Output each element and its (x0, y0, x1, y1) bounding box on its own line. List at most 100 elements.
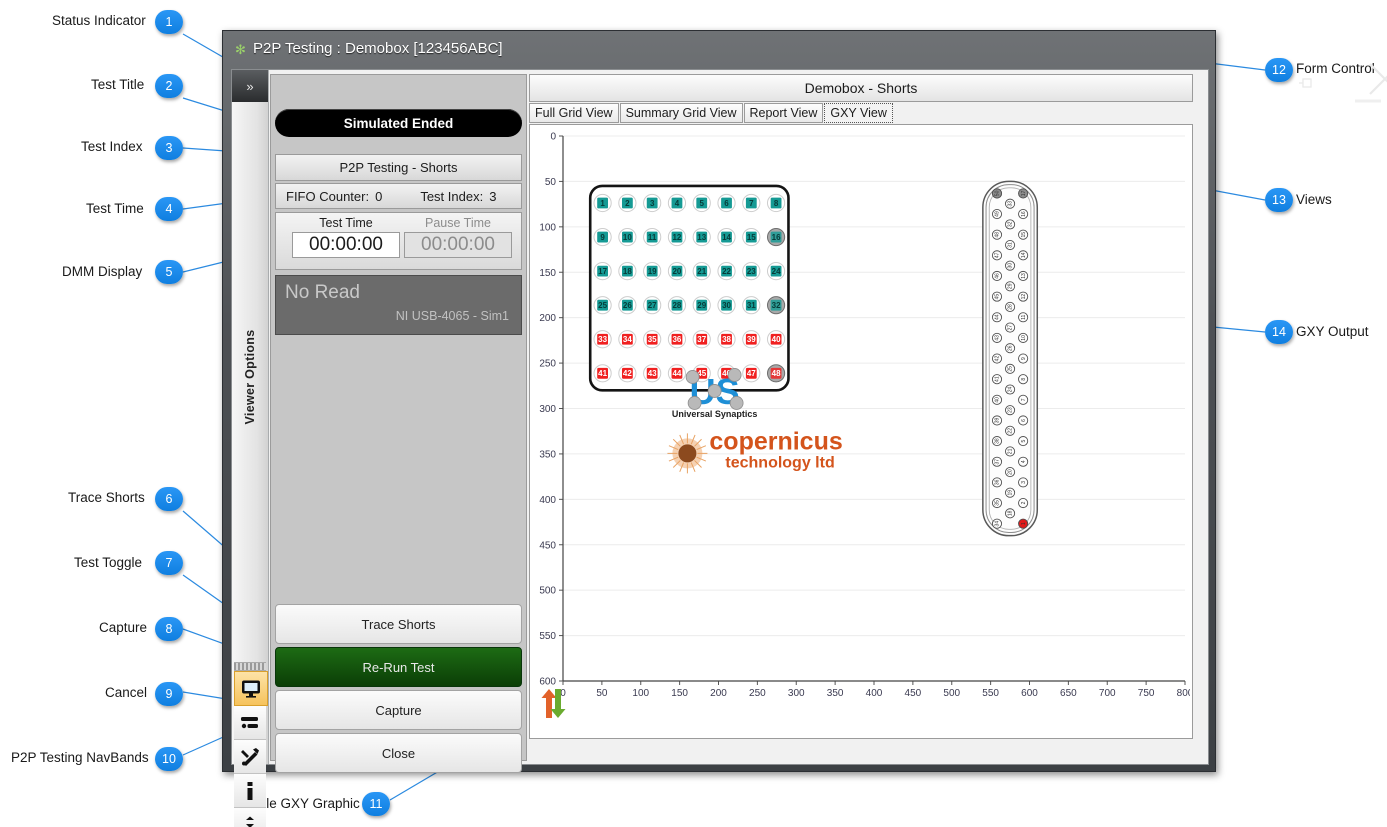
svg-text:200: 200 (710, 688, 727, 699)
callout-badge-14: 14 (1265, 320, 1293, 344)
svg-text:13: 13 (697, 233, 706, 242)
svg-text:41: 41 (995, 376, 1001, 382)
svg-text:27: 27 (648, 301, 657, 310)
test-time-label: Test Time (292, 216, 400, 230)
title-bar: ✻ P2P Testing : Demobox [123456ABC] (223, 31, 1215, 69)
test-time-panel: Test Time 00:00:00 Pause Time 00:00:00 (275, 212, 522, 270)
svg-text:48: 48 (772, 369, 781, 378)
trace-shorts-button[interactable]: Trace Shorts (275, 604, 522, 644)
svg-text:400: 400 (866, 688, 883, 699)
svg-text:39: 39 (747, 335, 756, 344)
close-button[interactable]: Close (275, 733, 522, 773)
svg-text:2: 2 (625, 199, 630, 208)
svg-text:7: 7 (1021, 398, 1027, 401)
close-icon[interactable] (1362, 56, 1387, 102)
svg-text:22: 22 (1008, 428, 1014, 434)
svg-text:5: 5 (700, 199, 705, 208)
callout-badge-11: 11 (362, 792, 390, 816)
gxy-output: 0501001502002503003504004505005506000501… (529, 124, 1193, 739)
svg-text:100: 100 (632, 688, 649, 699)
svg-text:26: 26 (1008, 345, 1014, 351)
tab-summary-grid-view[interactable]: Summary Grid View (620, 103, 743, 123)
capture-button[interactable]: Capture (275, 690, 522, 730)
svg-text:1: 1 (1021, 522, 1027, 525)
svg-text:8: 8 (1021, 378, 1027, 381)
svg-text:31: 31 (747, 301, 756, 310)
svg-text:45: 45 (995, 294, 1001, 300)
tab-gxy-view[interactable]: GXY View (824, 103, 893, 123)
callout-label-7: Test Toggle (74, 555, 142, 570)
callout-badge-9: 9 (155, 682, 183, 706)
callout-label-5: DMM Display (62, 264, 142, 279)
svg-text:4: 4 (675, 199, 680, 208)
svg-text:32: 32 (1008, 221, 1014, 227)
callout-badge-8: 8 (155, 617, 183, 641)
views-tabstrip: Full Grid ViewSummary Grid ViewReport Vi… (529, 104, 894, 123)
test-time-value: 00:00:00 (292, 232, 400, 258)
svg-text:41: 41 (598, 369, 607, 378)
svg-text:18: 18 (1008, 510, 1014, 516)
callout-badge-1: 1 (155, 10, 183, 34)
monitor-icon (241, 680, 261, 698)
test-control-panel: Simulated Ended P2P Testing - Shorts FIF… (270, 74, 527, 761)
form-header-title: Demobox - Shorts (529, 74, 1193, 102)
p2p-testing-navbands (234, 662, 266, 827)
svg-text:9: 9 (1021, 357, 1027, 360)
pause-time-column: Pause Time 00:00:00 (404, 216, 512, 258)
svg-text:49: 49 (995, 211, 1001, 217)
svg-text:600: 600 (1021, 688, 1038, 699)
tab-full-grid-view[interactable]: Full Grid View (529, 103, 619, 123)
svg-text:50: 50 (545, 177, 557, 188)
svg-text:750: 750 (1138, 688, 1155, 699)
sidebar-expander-button[interactable]: » (232, 70, 268, 102)
tab-report-view[interactable]: Report View (744, 103, 824, 123)
test-index-label: Test Index: (420, 189, 483, 204)
navband-drag-handle[interactable] (234, 662, 266, 671)
navband-info[interactable] (234, 774, 266, 808)
svg-text:150: 150 (671, 688, 688, 699)
svg-text:24: 24 (772, 267, 781, 276)
svg-text:700: 700 (1099, 688, 1116, 699)
navband-tools[interactable] (234, 740, 266, 774)
fifo-counter-value: 0 (375, 189, 382, 204)
svg-text:28: 28 (1008, 304, 1014, 310)
svg-text:5: 5 (1021, 439, 1027, 442)
svg-text:21: 21 (697, 267, 706, 276)
re-run-test-button[interactable]: Re-Run Test (275, 647, 522, 687)
svg-text:43: 43 (995, 335, 1001, 341)
svg-text:11: 11 (1021, 314, 1027, 319)
svg-text:19: 19 (1008, 490, 1014, 496)
svg-text:32: 32 (772, 301, 781, 310)
callout-badge-2: 2 (155, 74, 183, 98)
svg-text:800: 800 (1177, 688, 1190, 699)
navband-list[interactable] (234, 706, 266, 740)
svg-text:2: 2 (1021, 501, 1027, 504)
svg-text:400: 400 (539, 495, 556, 506)
svg-text:550: 550 (982, 688, 999, 699)
dmm-display: No Read NI USB-4065 - Sim1 (275, 275, 522, 335)
navband-monitor[interactable] (234, 671, 268, 706)
svg-text:0: 0 (550, 132, 556, 143)
dmm-reading: No Read (285, 282, 360, 304)
svg-text:36: 36 (995, 479, 1001, 485)
callout-label-9: Cancel (105, 685, 147, 700)
test-index-row: FIFO Counter: 0 Test Index: 3 (275, 183, 522, 209)
dmm-device: NI USB-4065 - Sim1 (396, 309, 509, 323)
svg-text:14: 14 (722, 233, 731, 242)
svg-text:450: 450 (905, 688, 922, 699)
svg-text:34: 34 (623, 335, 632, 344)
svg-text:48: 48 (995, 232, 1001, 238)
svg-text:6: 6 (1021, 419, 1027, 422)
navband-more[interactable] (234, 808, 266, 827)
chevron-expand-icon (243, 816, 257, 827)
svg-text:44: 44 (672, 369, 681, 378)
callout-badge-10: 10 (155, 747, 183, 771)
svg-text:300: 300 (788, 688, 805, 699)
pin-icon[interactable] (1298, 74, 1314, 90)
tools-icon (240, 747, 260, 767)
cycle-gxy-graphic-button[interactable] (534, 683, 576, 725)
viewer-options-label: Viewer Options (243, 315, 257, 439)
svg-text:42: 42 (995, 356, 1001, 362)
svg-text:30: 30 (1008, 263, 1014, 269)
svg-text:24: 24 (1008, 387, 1014, 393)
